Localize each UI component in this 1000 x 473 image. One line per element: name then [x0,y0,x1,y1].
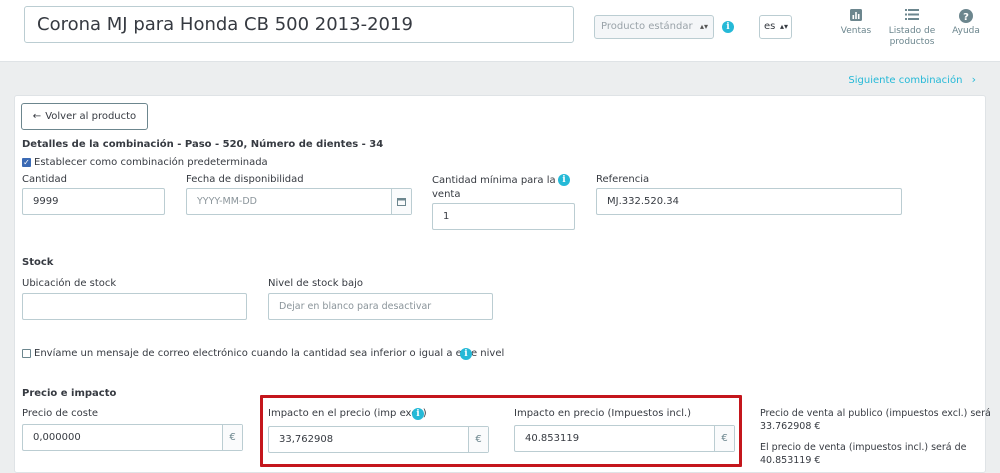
language-select[interactable]: es ▴▾ [759,15,792,39]
retail-incl-line: El precio de venta (impuestos incl.) ser… [760,442,967,453]
impact-incl-value: 40.853119 [525,433,580,444]
min-quantity-label-2: venta [432,189,461,200]
back-button-label: Volver al producto [45,111,137,122]
impact-excl-input[interactable]: 33,762908 € [268,426,489,453]
language-value: es [764,21,776,32]
next-combination-label: Siguiente combinación [848,75,963,86]
email-alert-label: Envíame un mensaje de correo electrónico… [34,348,505,359]
help-button[interactable]: ? Ayuda [950,9,982,37]
low-stock-placeholder: Dejar en blanco para desactivar [279,301,432,312]
reference-input[interactable]: MJ.332.520.34 [596,188,902,215]
calendar-icon[interactable] [391,189,411,214]
select-arrows-icon: ▴▾ [699,22,708,31]
product-name-input[interactable]: Corona MJ para Honda CB 500 2013-2019 [24,6,574,43]
bar-chart-icon [840,9,872,23]
stock-location-input[interactable] [22,293,247,320]
currency-suffix: € [714,426,734,451]
product-list-label-2: productos [889,37,935,47]
retail-excl-line: Precio de venta al publico (impuestos ex… [760,408,991,419]
impact-incl-label: Impacto en precio (Impuestos incl.) [514,408,692,419]
availability-date-input[interactable]: YYYY-MM-DD [186,188,412,215]
email-alert-checkbox[interactable] [22,349,31,358]
min-quantity-label: Cantidad mínima para la venta [432,174,556,202]
stock-title: Stock [22,257,54,268]
impact-excl-label: Impacto en el precio (imp excl.) [268,408,427,419]
product-type-select[interactable]: Producto estándar ▴▾ [594,15,714,39]
currency-suffix: € [222,425,242,450]
default-combination-checkbox[interactable]: ✓ [22,158,31,167]
cost-price-label: Precio de coste [22,408,99,419]
list-icon [884,9,940,23]
cost-price-input[interactable]: 0,000000 € [22,424,243,451]
retail-excl-text: Precio de venta al publico (impuestos ex… [760,407,991,433]
availability-date-placeholder: YYYY-MM-DD [197,196,257,207]
sales-label: Ventas [840,26,872,36]
impact-incl-input[interactable]: 40.853119 € [514,425,735,452]
default-combination-label: Establecer como combinación predetermina… [34,157,268,168]
min-quantity-input[interactable]: 1 [432,203,575,230]
product-list-button[interactable]: Listado de productos [884,9,940,48]
chevron-right-icon: › [971,73,976,86]
info-icon[interactable]: i [558,174,570,186]
quantity-label: Cantidad [22,174,67,185]
info-icon[interactable]: i [722,21,734,33]
impact-excl-value: 33,762908 [279,434,334,445]
product-list-label-1: Listado de [888,26,936,36]
help-icon: ? [950,9,982,23]
retail-incl-value: 40.853119 € [760,455,821,466]
svg-text:?: ? [963,12,969,23]
cost-price-value: 0,000000 [33,432,81,443]
info-icon[interactable]: i [460,348,472,360]
availability-date-label: Fecha de disponibilidad [186,174,304,185]
reference-label: Referencia [596,174,650,185]
quantity-input[interactable]: 9999 [22,188,165,215]
retail-incl-text: El precio de venta (impuestos incl.) ser… [760,441,967,467]
price-title: Precio e impacto [22,388,117,399]
stock-location-label: Ubicación de stock [22,278,117,289]
retail-excl-value: 33.762908 € [760,421,821,432]
sales-button[interactable]: Ventas [840,9,872,37]
back-to-product-button[interactable]: ← Volver al producto [21,103,148,130]
min-quantity-label-1: Cantidad mínima para la [432,175,556,186]
select-arrows-icon: ▴▾ [779,22,788,31]
info-icon[interactable]: i [412,408,424,420]
currency-suffix: € [468,427,488,452]
product-header: Corona MJ para Honda CB 500 2013-2019 Pr… [0,0,1000,62]
product-type-value: Producto estándar [601,21,693,32]
combination-details-title: Detalles de la combinación - Paso - 520,… [22,139,384,150]
next-combination-link[interactable]: Siguiente combinación › [848,73,976,86]
low-stock-input[interactable]: Dejar en blanco para desactivar [268,293,493,320]
help-label: Ayuda [952,26,980,36]
low-stock-label: Nivel de stock bajo [268,278,364,289]
arrow-left-icon: ← [32,111,42,122]
